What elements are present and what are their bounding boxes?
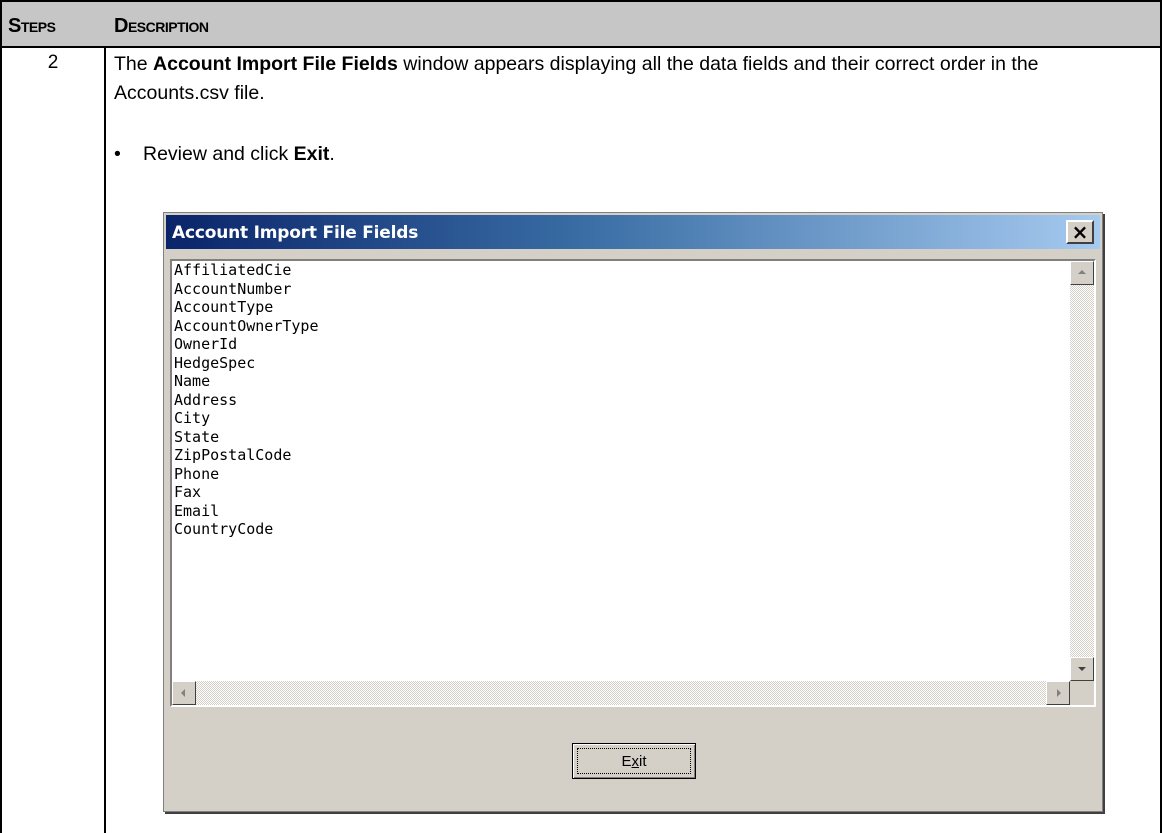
scroll-left-button[interactable] [172,681,196,705]
exit-label-part2: it [639,753,647,770]
list-item[interactable]: AffiliatedCie [174,261,319,280]
list-item[interactable]: AccountOwnerType [174,317,319,336]
list-item[interactable]: ZipPostalCode [174,446,319,465]
exit-button-label: Exit [573,753,695,770]
window-titlebar[interactable]: Account Import File Fields × [166,215,1100,249]
list-item[interactable]: AccountType [174,298,319,317]
scroll-down-button[interactable] [1070,657,1094,681]
list-item[interactable]: Name [174,372,319,391]
fields-list: AffiliatedCie AccountNumber AccountType Acc… [174,261,319,539]
chevron-left-icon [181,689,185,697]
vertical-scrollbar[interactable] [1070,261,1094,681]
bullet-bold-exit: Exit [293,143,330,165]
exit-label-part1: E [621,753,632,770]
instruction-table: Steps Description 2 The Account Import F… [0,0,1162,833]
bullet-suffix: . [329,143,335,165]
step-number: 2 [47,52,59,73]
chevron-down-icon [1078,667,1086,671]
exit-button[interactable]: Exit [572,743,696,779]
close-icon: × [1071,220,1089,244]
para-prefix: The [114,53,154,75]
horizontal-scrollbar[interactable] [172,681,1070,705]
header-description-label: Description [114,15,209,37]
exit-label-mnemonic: x [631,753,640,770]
scrollbar-corner [1070,681,1094,705]
list-item[interactable]: Address [174,391,319,410]
list-item[interactable]: CountryCode [174,520,319,539]
para-bold-window-name: Account Import File Fields [153,53,398,75]
header-steps-label: Steps [8,15,56,37]
list-item[interactable]: OwnerId [174,335,319,354]
list-item[interactable]: Fax [174,483,319,502]
list-item[interactable]: Email [174,502,319,521]
header-description-cell: Description [104,0,1162,48]
chevron-up-icon [1078,270,1086,274]
account-import-window: Account Import File Fields × AffiliatedC… [163,212,1103,812]
bullet-icon: • [114,143,121,165]
list-item[interactable]: State [174,428,319,447]
scroll-up-button[interactable] [1070,261,1094,285]
fields-listbox[interactable]: AffiliatedCie AccountNumber AccountType Acc… [170,259,1096,707]
window-title: Account Import File Fields [172,223,419,243]
close-button[interactable]: × [1066,220,1094,244]
list-item[interactable]: AccountNumber [174,280,319,299]
header-steps-cell: Steps [0,0,106,48]
step-paragraph: The Account Import File Fields window ap… [114,50,1144,108]
scroll-right-button[interactable] [1046,681,1070,705]
step-cell: 2 [0,46,106,833]
bullet-prefix: Review and click [143,143,294,165]
list-item[interactable]: Phone [174,465,319,484]
chevron-right-icon [1057,689,1061,697]
bullet-instruction: Review and click Exit. [143,143,335,166]
list-item[interactable]: City [174,409,319,428]
list-item[interactable]: HedgeSpec [174,354,319,373]
